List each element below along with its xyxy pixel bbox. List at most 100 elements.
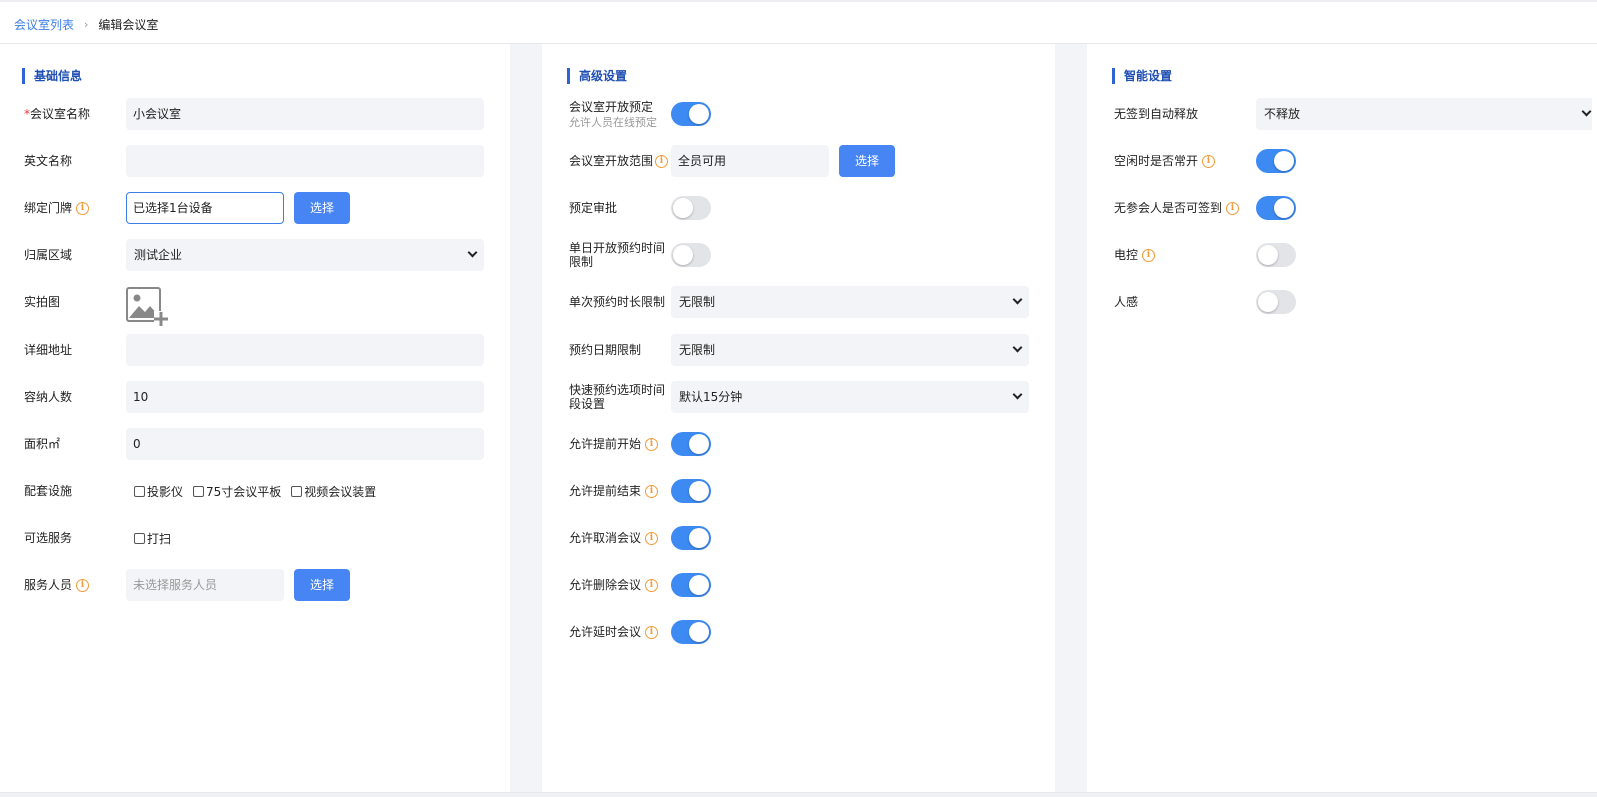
info-icon: i bbox=[76, 579, 90, 592]
idle-open-toggle[interactable] bbox=[1256, 149, 1296, 173]
size-input[interactable]: 0 bbox=[126, 428, 484, 460]
staff-label-text: 服务人员 bbox=[24, 578, 73, 592]
page: 会议室列表 › 编辑会议室 基础信息 *会议室名称 小会议室 英文名称 绑定门牌… bbox=[0, 0, 1597, 797]
info-icon: i bbox=[645, 579, 659, 592]
facility-projector-label: 投影仪 bbox=[147, 485, 184, 499]
area-select[interactable]: 测试企业 bbox=[126, 239, 484, 271]
extend-toggle[interactable] bbox=[671, 620, 711, 644]
facilities-checkboxes: 投影仪 75寸会议平板 视频会议装置 bbox=[134, 483, 386, 500]
sensor-toggle[interactable] bbox=[1256, 290, 1296, 314]
room-name-label-text: 会议室名称 bbox=[30, 107, 91, 121]
door-sign-select-button[interactable]: 选择 bbox=[294, 192, 350, 224]
checkbox[interactable] bbox=[134, 486, 145, 497]
door-sign-label-text: 绑定门牌 bbox=[24, 201, 73, 215]
early-start-label: 允许提前开始 i bbox=[569, 437, 659, 451]
extend-label: 允许延时会议 i bbox=[569, 625, 659, 639]
address-input[interactable] bbox=[126, 334, 484, 366]
chevron-down-icon bbox=[1581, 106, 1592, 117]
facility-projector[interactable]: 投影仪 bbox=[134, 483, 183, 500]
auto-release-label: 无签到自动释放 bbox=[1114, 107, 1199, 121]
auto-release-value: 不释放 bbox=[1264, 107, 1301, 121]
english-name-label: 英文名称 bbox=[24, 154, 73, 168]
checkbox[interactable] bbox=[193, 486, 205, 497]
cancel-label: 允许取消会议 i bbox=[569, 531, 659, 545]
early-end-toggle[interactable] bbox=[671, 479, 711, 503]
facility-video[interactable]: 视频会议装置 bbox=[291, 483, 376, 500]
delete-toggle[interactable] bbox=[671, 573, 711, 597]
staff-input[interactable]: 未选择服务人员 bbox=[126, 569, 284, 601]
capacity-input[interactable]: 10 bbox=[126, 381, 484, 413]
quick-option-label: 快速预约选项时间段设置 bbox=[569, 383, 666, 411]
toggle-knob bbox=[689, 481, 709, 501]
toggle-knob bbox=[673, 198, 693, 218]
power-label: 电控 i bbox=[1114, 248, 1156, 262]
services-label: 可选服务 bbox=[24, 531, 73, 545]
room-name-input[interactable]: 小会议室 bbox=[126, 98, 484, 130]
breadcrumb-room-list[interactable]: 会议室列表 bbox=[14, 16, 74, 33]
section-title-smart: 智能设置 bbox=[1112, 68, 1172, 84]
early-end-label-text: 允许提前结束 bbox=[569, 484, 642, 498]
size-label: 面积㎡ bbox=[24, 437, 61, 451]
chevron-down-icon bbox=[1012, 342, 1023, 353]
daily-limit-label: 单日开放预约时间限制 bbox=[569, 241, 666, 269]
service-cleaning[interactable]: 打扫 bbox=[134, 530, 171, 547]
chevron-down-icon bbox=[1012, 389, 1023, 400]
info-icon: i bbox=[655, 155, 669, 168]
facility-panel-label: 75寸会议平板 bbox=[206, 485, 282, 499]
checkbox[interactable] bbox=[291, 486, 303, 497]
delete-label-text: 允许删除会议 bbox=[569, 578, 642, 592]
duration-limit-label: 单次预约时长限制 bbox=[569, 295, 666, 309]
top-bar: 会议室列表 › 编辑会议室 bbox=[0, 0, 1597, 44]
add-image-icon[interactable] bbox=[126, 287, 168, 327]
quick-option-select[interactable]: 默认15分钟 bbox=[671, 381, 1029, 413]
checkbox[interactable] bbox=[134, 533, 145, 544]
open-booking-sublabel: 允许人员在线预定 bbox=[569, 116, 657, 129]
toggle-knob bbox=[1258, 245, 1278, 265]
door-sign-label: 绑定门牌 i bbox=[24, 201, 90, 215]
extend-label-text: 允许延时会议 bbox=[569, 625, 642, 639]
breadcrumb-current: 编辑会议室 bbox=[98, 18, 159, 32]
facility-panel[interactable]: 75寸会议平板 bbox=[193, 483, 281, 500]
open-booking-toggle[interactable] bbox=[671, 102, 711, 126]
facilities-label: 配套设施 bbox=[24, 484, 73, 498]
power-label-text: 电控 bbox=[1114, 248, 1139, 262]
open-booking-label-text: 会议室开放预定 bbox=[569, 100, 654, 114]
toggle-knob bbox=[689, 104, 709, 124]
open-scope-input[interactable]: 全员可用 bbox=[671, 145, 829, 177]
power-toggle[interactable] bbox=[1256, 243, 1296, 267]
no-attendee-sign-label: 无参会人是否可签到 i bbox=[1114, 201, 1240, 215]
date-limit-label: 预约日期限制 bbox=[569, 343, 642, 357]
services-checkboxes: 打扫 bbox=[134, 530, 181, 547]
info-icon: i bbox=[645, 626, 659, 639]
idle-open-label: 空闲时是否常开 i bbox=[1114, 154, 1216, 168]
room-name-label: *会议室名称 bbox=[24, 107, 90, 121]
bottom-bar bbox=[0, 792, 1597, 797]
cancel-toggle[interactable] bbox=[671, 526, 711, 550]
info-icon: i bbox=[645, 532, 659, 545]
section-title-basic: 基础信息 bbox=[22, 68, 82, 84]
auto-release-select[interactable]: 不释放 bbox=[1256, 98, 1592, 130]
duration-limit-select[interactable]: 无限制 bbox=[671, 286, 1029, 318]
toggle-knob bbox=[689, 528, 709, 548]
english-name-input[interactable] bbox=[126, 145, 484, 177]
section-title-advanced: 高级设置 bbox=[567, 68, 627, 84]
early-start-toggle[interactable] bbox=[671, 432, 711, 456]
staff-select-button[interactable]: 选择 bbox=[294, 569, 350, 601]
gutter bbox=[1055, 44, 1087, 797]
open-scope-select-button[interactable]: 选择 bbox=[839, 145, 895, 177]
open-scope-label: 会议室开放范围 i bbox=[569, 154, 669, 168]
service-cleaning-label: 打扫 bbox=[147, 532, 172, 546]
facility-video-label: 视频会议装置 bbox=[304, 485, 377, 499]
door-sign-input[interactable]: 已选择1台设备 bbox=[126, 192, 284, 224]
toggle-knob bbox=[689, 434, 709, 454]
date-limit-value: 无限制 bbox=[679, 343, 716, 357]
daily-limit-toggle[interactable] bbox=[671, 243, 711, 267]
toggle-knob bbox=[1258, 292, 1278, 312]
photo-label: 实拍图 bbox=[24, 295, 61, 309]
duration-limit-value: 无限制 bbox=[679, 295, 716, 309]
date-limit-select[interactable]: 无限制 bbox=[671, 334, 1029, 366]
no-attendee-sign-toggle[interactable] bbox=[1256, 196, 1296, 220]
capacity-label: 容纳人数 bbox=[24, 390, 73, 404]
approval-toggle[interactable] bbox=[671, 196, 711, 220]
early-start-label-text: 允许提前开始 bbox=[569, 437, 642, 451]
